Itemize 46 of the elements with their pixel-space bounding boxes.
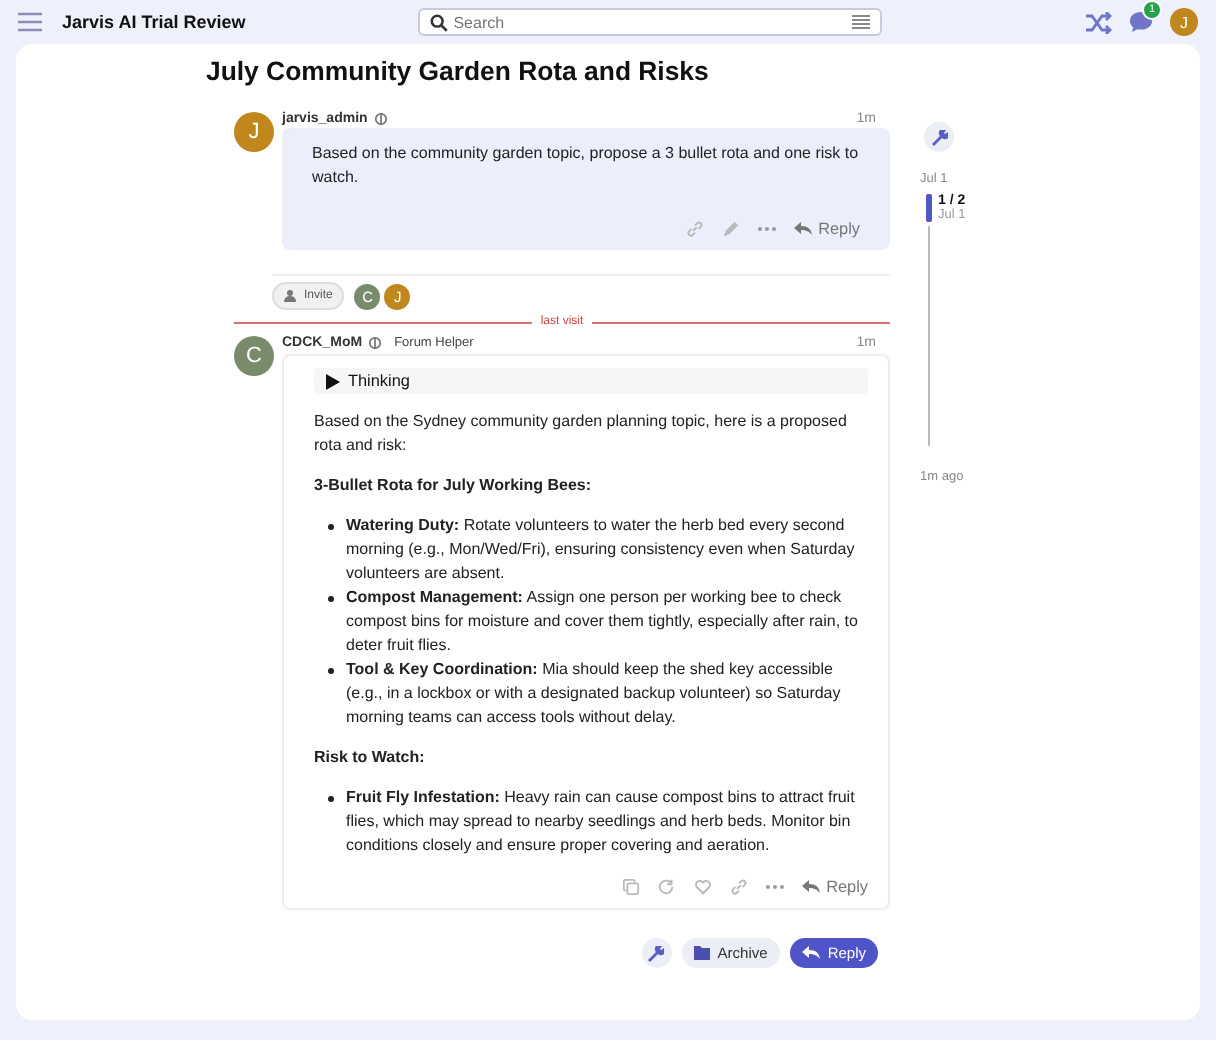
bullet-icon xyxy=(328,596,334,602)
section-heading: 3-Bullet Rota for July Working Bees: xyxy=(314,474,594,498)
link-icon[interactable] xyxy=(730,878,749,896)
menu-icon[interactable] xyxy=(18,12,42,32)
more-icon[interactable] xyxy=(758,226,777,232)
thinking-toggle[interactable]: Thinking xyxy=(314,368,868,394)
reply-button[interactable]: Reply xyxy=(802,878,868,896)
folder-icon xyxy=(693,946,710,960)
heart-icon[interactable] xyxy=(694,878,713,896)
user-avatar[interactable]: J xyxy=(1170,8,1198,36)
message-text: Based on the Sydney community garden planning topic, here is a proposed rota and risk: xyxy=(314,410,849,458)
list-item: Watering Duty: Rotate volunteers to water the herb bed every second morning (e.g., Mon/Wed/Fri), ensuring consistency even when Saturday volunteers are absent. xyxy=(346,514,857,586)
admin-wrench-button[interactable] xyxy=(924,122,954,152)
wrench-icon xyxy=(931,129,947,145)
user-icon xyxy=(284,290,298,302)
list-item: Tool & Key Coordination: Mia should keep the shed key accessible (e.g., in a lockbox or with a designated backup volunteer) so Saturday morning teams can access tools without delay. xyxy=(346,658,843,730)
site-title[interactable]: Jarvis AI Trial Review xyxy=(62,12,246,32)
reply-icon xyxy=(794,222,813,236)
section-heading: Risk to Watch: xyxy=(314,746,427,770)
reply-icon xyxy=(801,946,820,960)
status-icon xyxy=(368,335,383,349)
bullet-icon xyxy=(328,796,334,802)
admin-wrench-button[interactable] xyxy=(641,938,672,968)
list-item: Fruit Fly Infestation: Heavy rain can cause compost bins to attract fruit flies, which may spread to nearby seedlings and herb beds. Monitor bin conditions closely and ensure proper covering and aeration. xyxy=(346,786,857,858)
bullet-icon xyxy=(328,668,334,674)
pencil-icon[interactable] xyxy=(722,220,741,238)
user-avatar[interactable]: J xyxy=(234,112,274,152)
list-item: Compost Management: Assign one person per working bee to check compost bins for moisture and cover them tightly, especially after rain, to deter fruit flies. xyxy=(346,586,860,658)
user-avatar[interactable]: C xyxy=(234,336,274,376)
timeline-handle[interactable] xyxy=(926,194,932,222)
shuffle-icon[interactable] xyxy=(1086,11,1112,33)
retry-icon[interactable] xyxy=(658,878,677,896)
more-icon[interactable] xyxy=(766,884,785,890)
reply-icon xyxy=(802,880,821,894)
copy-icon[interactable] xyxy=(622,878,641,896)
reply-button[interactable]: Reply xyxy=(794,220,860,238)
caret-icon xyxy=(326,373,340,389)
search-field[interactable]: Search xyxy=(417,8,882,36)
search-icon xyxy=(429,13,448,31)
message-text: Based on the community garden topic, propose a 3 bullet rota and one risk to watch. xyxy=(312,142,860,190)
topic-title: July Community Garden Rota and Risks xyxy=(206,56,711,86)
wrench-icon xyxy=(648,945,665,961)
filter-icon[interactable] xyxy=(851,14,870,30)
status-icon xyxy=(373,111,388,125)
bullet-icon xyxy=(328,524,334,530)
link-icon[interactable] xyxy=(686,220,705,238)
